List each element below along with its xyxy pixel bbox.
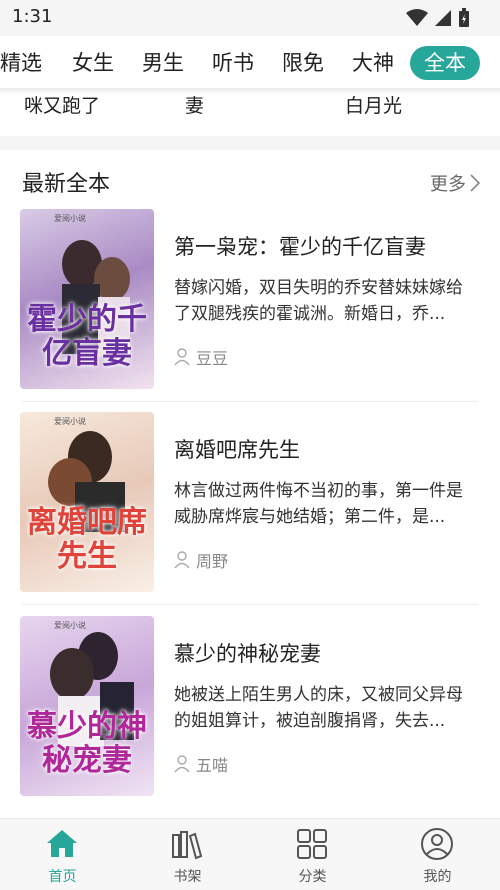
nav-bookshelf[interactable]: 书架 bbox=[125, 819, 250, 890]
bottom-nav: 首页 书架 分类 我的 bbox=[0, 818, 500, 890]
book-author: 五喵 bbox=[174, 752, 228, 776]
section-title: 最新全本 bbox=[22, 172, 111, 197]
nav-label: 书架 bbox=[173, 869, 202, 885]
book-description: 替嫁闪婚，双目失明的乔安替妹妹嫁给了双腿残疾的霍诚洲。新婚日，乔... bbox=[174, 278, 463, 324]
author-name: 五喵 bbox=[196, 756, 229, 775]
cover-title: 霍少的千亿盲妻 bbox=[27, 302, 147, 371]
tab-free[interactable]: 限免 bbox=[282, 46, 324, 80]
category-tab-bar: 精选 女生 男生 听书 限免 大神 全本 bbox=[0, 36, 500, 88]
book-description: 她被送上陌生男人的床，又被同父异母的姐姐算计，被迫剖腹捐肾，失去... bbox=[174, 685, 463, 731]
status-bar: 1:31 bbox=[0, 0, 500, 36]
book-title[interactable]: 离婚吧席先生 bbox=[174, 434, 300, 464]
author-icon bbox=[174, 551, 190, 569]
status-time: 1:31 bbox=[12, 6, 53, 27]
cover-title: 慕少的神秘宠妻 bbox=[27, 709, 147, 778]
author-name: 豆豆 bbox=[196, 349, 229, 368]
more-label: 更多 bbox=[430, 174, 466, 195]
tab-male[interactable]: 男生 bbox=[142, 46, 184, 80]
divider bbox=[22, 401, 478, 402]
author-icon bbox=[174, 755, 190, 773]
book-author: 豆豆 bbox=[174, 345, 228, 369]
user-profile-icon bbox=[421, 828, 453, 860]
author-name: 周野 bbox=[196, 552, 229, 571]
prev-item-title[interactable]: 妻 bbox=[185, 91, 204, 118]
book-title[interactable]: 第一枭宠：霍少的千亿盲妻 bbox=[174, 231, 426, 261]
tab-featured[interactable]: 精选 bbox=[0, 46, 42, 80]
publisher-logo: 爱阅小说 bbox=[54, 621, 86, 630]
nav-home[interactable]: 首页 bbox=[0, 819, 125, 890]
nav-profile[interactable]: 我的 bbox=[375, 819, 500, 890]
book-author: 周野 bbox=[174, 548, 228, 572]
battery-icon bbox=[459, 8, 469, 27]
book-item[interactable]: 爱阅小说 霍少的千亿盲妻 第一枭宠：霍少的千亿盲妻 替嫁闪婚，双目失明的乔安替妹… bbox=[0, 209, 500, 409]
tab-completed[interactable]: 全本 bbox=[410, 46, 480, 80]
book-item[interactable]: 爱阅小说 离婚吧席先生 离婚吧席先生 林言做过两件悔不当初的事，第一件是威胁席烨… bbox=[0, 412, 500, 612]
author-icon bbox=[174, 348, 190, 366]
latest-completed-section: 最新全本 更多 爱阅小说 霍少的千亿盲妻 第一枭宠：霍少的千亿盲妻 替嫁闪婚，双… bbox=[0, 150, 500, 818]
bookshelf-icon bbox=[172, 831, 203, 860]
book-item[interactable]: 爱阅小说 慕少的神秘宠妻 慕少的神秘宠妻 她被送上陌生男人的床，又被同父异母的姐… bbox=[0, 616, 500, 816]
wifi-icon bbox=[406, 9, 428, 26]
book-description: 林言做过两件悔不当初的事，第一件是威胁席烨宸与她结婚；第二件，是... bbox=[174, 481, 463, 527]
nav-label: 分类 bbox=[298, 869, 327, 885]
book-cover[interactable]: 爱阅小说 离婚吧席先生 bbox=[20, 412, 154, 592]
book-cover[interactable]: 爱阅小说 霍少的千亿盲妻 bbox=[20, 209, 154, 389]
book-cover[interactable]: 爱阅小说 慕少的神秘宠妻 bbox=[20, 616, 154, 796]
prev-item-title[interactable]: 咪又跑了 bbox=[24, 91, 100, 118]
more-button[interactable]: 更多 bbox=[430, 170, 480, 196]
nav-label: 我的 bbox=[423, 869, 452, 885]
cover-title: 离婚吧席先生 bbox=[27, 505, 147, 574]
publisher-logo: 爱阅小说 bbox=[54, 417, 86, 426]
category-grid-icon bbox=[297, 829, 327, 859]
divider bbox=[22, 604, 478, 605]
chevron-right-icon bbox=[470, 174, 480, 192]
publisher-logo: 爱阅小说 bbox=[54, 214, 86, 223]
tab-bar-shadow bbox=[0, 88, 500, 94]
previous-section-strip: 咪又跑了 妻 白月光 bbox=[0, 88, 500, 136]
nav-label: 首页 bbox=[48, 869, 77, 885]
home-icon bbox=[47, 830, 77, 857]
status-icons bbox=[406, 8, 470, 28]
book-title[interactable]: 慕少的神秘宠妻 bbox=[174, 638, 321, 668]
tab-female[interactable]: 女生 bbox=[72, 46, 114, 80]
signal-icon bbox=[435, 10, 451, 26]
prev-item-title[interactable]: 白月光 bbox=[345, 91, 402, 118]
tab-audiobook[interactable]: 听书 bbox=[212, 46, 254, 80]
nav-category[interactable]: 分类 bbox=[250, 819, 375, 890]
tab-master[interactable]: 大神 bbox=[352, 46, 394, 80]
